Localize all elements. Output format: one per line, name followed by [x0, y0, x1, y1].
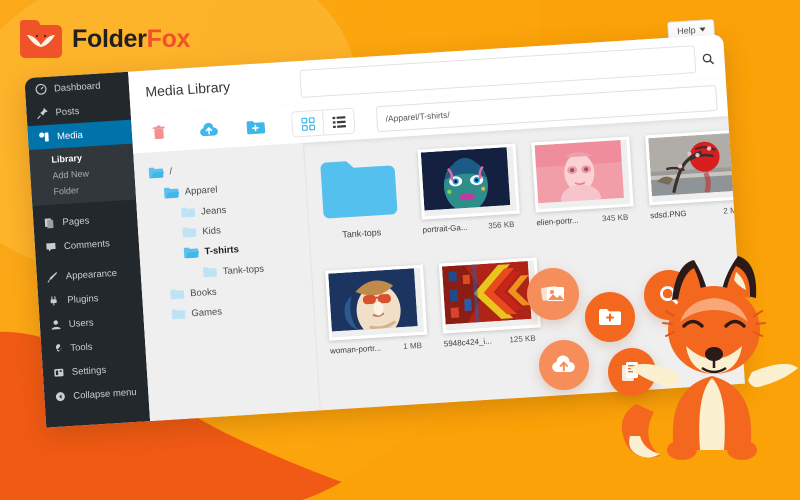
- sidebar-item-label: Tools: [70, 341, 93, 354]
- file-thumbnail: [325, 264, 428, 341]
- file-item[interactable]: woman-portr... 1 MB: [325, 264, 428, 356]
- file-meta: portrait-Ga... 356 KB: [422, 220, 514, 235]
- new-folder-button[interactable]: [235, 107, 275, 147]
- file-thumbnail: [438, 257, 541, 334]
- cloud-upload-icon: [200, 122, 218, 137]
- tree-node-label: Games: [191, 305, 223, 319]
- sidebar-item-label: Users: [68, 316, 94, 330]
- tree-node-label: Tank-tops: [222, 263, 265, 277]
- settings-icon: [54, 368, 64, 377]
- file-size: 125 KB: [509, 333, 536, 345]
- file-item[interactable]: sdsd.PNG 2 MB: [645, 129, 745, 221]
- brand-logo[interactable]: FolderFox: [20, 20, 190, 58]
- tree-node-label: Kids: [201, 224, 222, 237]
- sidebar-item-label: Plugins: [66, 292, 99, 306]
- brand-name-primary: Folder: [72, 24, 147, 53]
- page-title: Media Library: [144, 78, 231, 100]
- file-name: portrait-Ga...: [422, 222, 468, 235]
- tree-node-label: T-shirts: [204, 244, 240, 258]
- folder-plus-icon: [246, 121, 265, 135]
- pin-icon: [37, 107, 48, 120]
- file-size: 356 KB: [487, 219, 515, 231]
- user-icon: [51, 320, 61, 330]
- sidebar-item-label: Comments: [63, 237, 111, 252]
- file-thumbnail: [531, 136, 634, 213]
- file-meta: elien-portr... 345 KB: [536, 213, 628, 228]
- file-item-folder[interactable]: Tank-tops: [318, 156, 401, 241]
- folder-closed-icon: [182, 227, 197, 238]
- sidebar-collapse-menu[interactable]: Collapse menu: [44, 379, 149, 409]
- brush-icon: [47, 272, 58, 283]
- grid-icon: [300, 116, 315, 131]
- folder-closed-icon: [171, 309, 186, 320]
- brand-name: FolderFox: [72, 25, 190, 54]
- file-name: woman-portr...: [329, 343, 382, 356]
- folder-closed-icon: [181, 207, 196, 218]
- folder-open-icon: [164, 187, 180, 199]
- folder-open-icon: [148, 167, 165, 179]
- wrench-icon: [55, 344, 62, 352]
- file-meta: sdsd.PNG 2 MB: [650, 206, 742, 221]
- sidebar-item-label: Dashboard: [53, 80, 101, 94]
- brand-name-secondary: Fox: [146, 24, 191, 53]
- file-name: Tank-tops: [341, 227, 382, 240]
- folder-closed-icon: [203, 267, 217, 278]
- folder-closed-icon: [170, 289, 185, 300]
- file-item[interactable]: portrait-Ga... 356 KB: [417, 143, 520, 235]
- sidebar-item-label: Settings: [71, 364, 107, 378]
- trash-icon: [152, 125, 165, 140]
- list-view-button[interactable]: [321, 108, 355, 135]
- file-size: 1 MB: [402, 340, 423, 352]
- file-meta: 5948c424_i... 125 KB: [444, 334, 536, 349]
- media-submenu: Library Add New Folder: [28, 143, 137, 207]
- folder-open-icon: [183, 247, 200, 259]
- upload-button[interactable]: [189, 110, 229, 150]
- collapse-icon: [55, 392, 65, 402]
- folder-tree: / Apparel Jeans Kids T-shirts Tank-tops …: [133, 142, 321, 422]
- sidebar-collapse-label: Collapse menu: [73, 386, 137, 402]
- tree-node-label: Jeans: [200, 204, 227, 217]
- tree-node-label: /: [169, 166, 173, 178]
- dashboard-icon: [35, 83, 47, 95]
- plug-icon: [50, 296, 57, 306]
- folder-fox-icon: [20, 20, 62, 58]
- scene: FolderFox Help Dashboard Posts Media Lib…: [0, 0, 800, 500]
- tree-node-label: Books: [189, 286, 217, 299]
- chevron-down-icon: [699, 27, 706, 32]
- file-meta: woman-portr... 1 MB: [330, 341, 422, 356]
- search-icon[interactable]: [701, 51, 715, 65]
- delete-button[interactable]: [139, 113, 179, 153]
- folder-large-icon: [320, 161, 398, 219]
- list-icon: [331, 115, 346, 128]
- view-toggle-group: [290, 107, 356, 138]
- sidebar-item-label: Appearance: [65, 267, 118, 282]
- file-item[interactable]: elien-portr... 345 KB: [531, 136, 634, 228]
- file-name: elien-portr...: [536, 215, 579, 228]
- sidebar-item-label: Media: [56, 129, 84, 142]
- fox-mascot-icon: [621, 256, 798, 460]
- sidebar-item-label: Pages: [62, 215, 90, 228]
- file-row: Tank-tops portrait-Ga... 356 KB elien-po…: [318, 129, 745, 241]
- file-thumbnail: [417, 143, 520, 220]
- comments-icon: [46, 242, 56, 252]
- file-name: sdsd.PNG: [649, 208, 687, 221]
- file-size: 345 KB: [601, 212, 629, 224]
- path-value: /Apparel/T-shirts/: [385, 109, 451, 124]
- sidebar-item-label: Posts: [55, 105, 80, 118]
- media-icon: [39, 132, 49, 142]
- pages-icon: [44, 218, 54, 229]
- help-label: Help: [676, 25, 696, 37]
- tree-node-label: Apparel: [184, 184, 218, 198]
- file-name: 5948c424_i...: [443, 336, 493, 349]
- file-item[interactable]: 5948c424_i... 125 KB: [438, 257, 541, 349]
- grid-view-button[interactable]: [292, 110, 324, 137]
